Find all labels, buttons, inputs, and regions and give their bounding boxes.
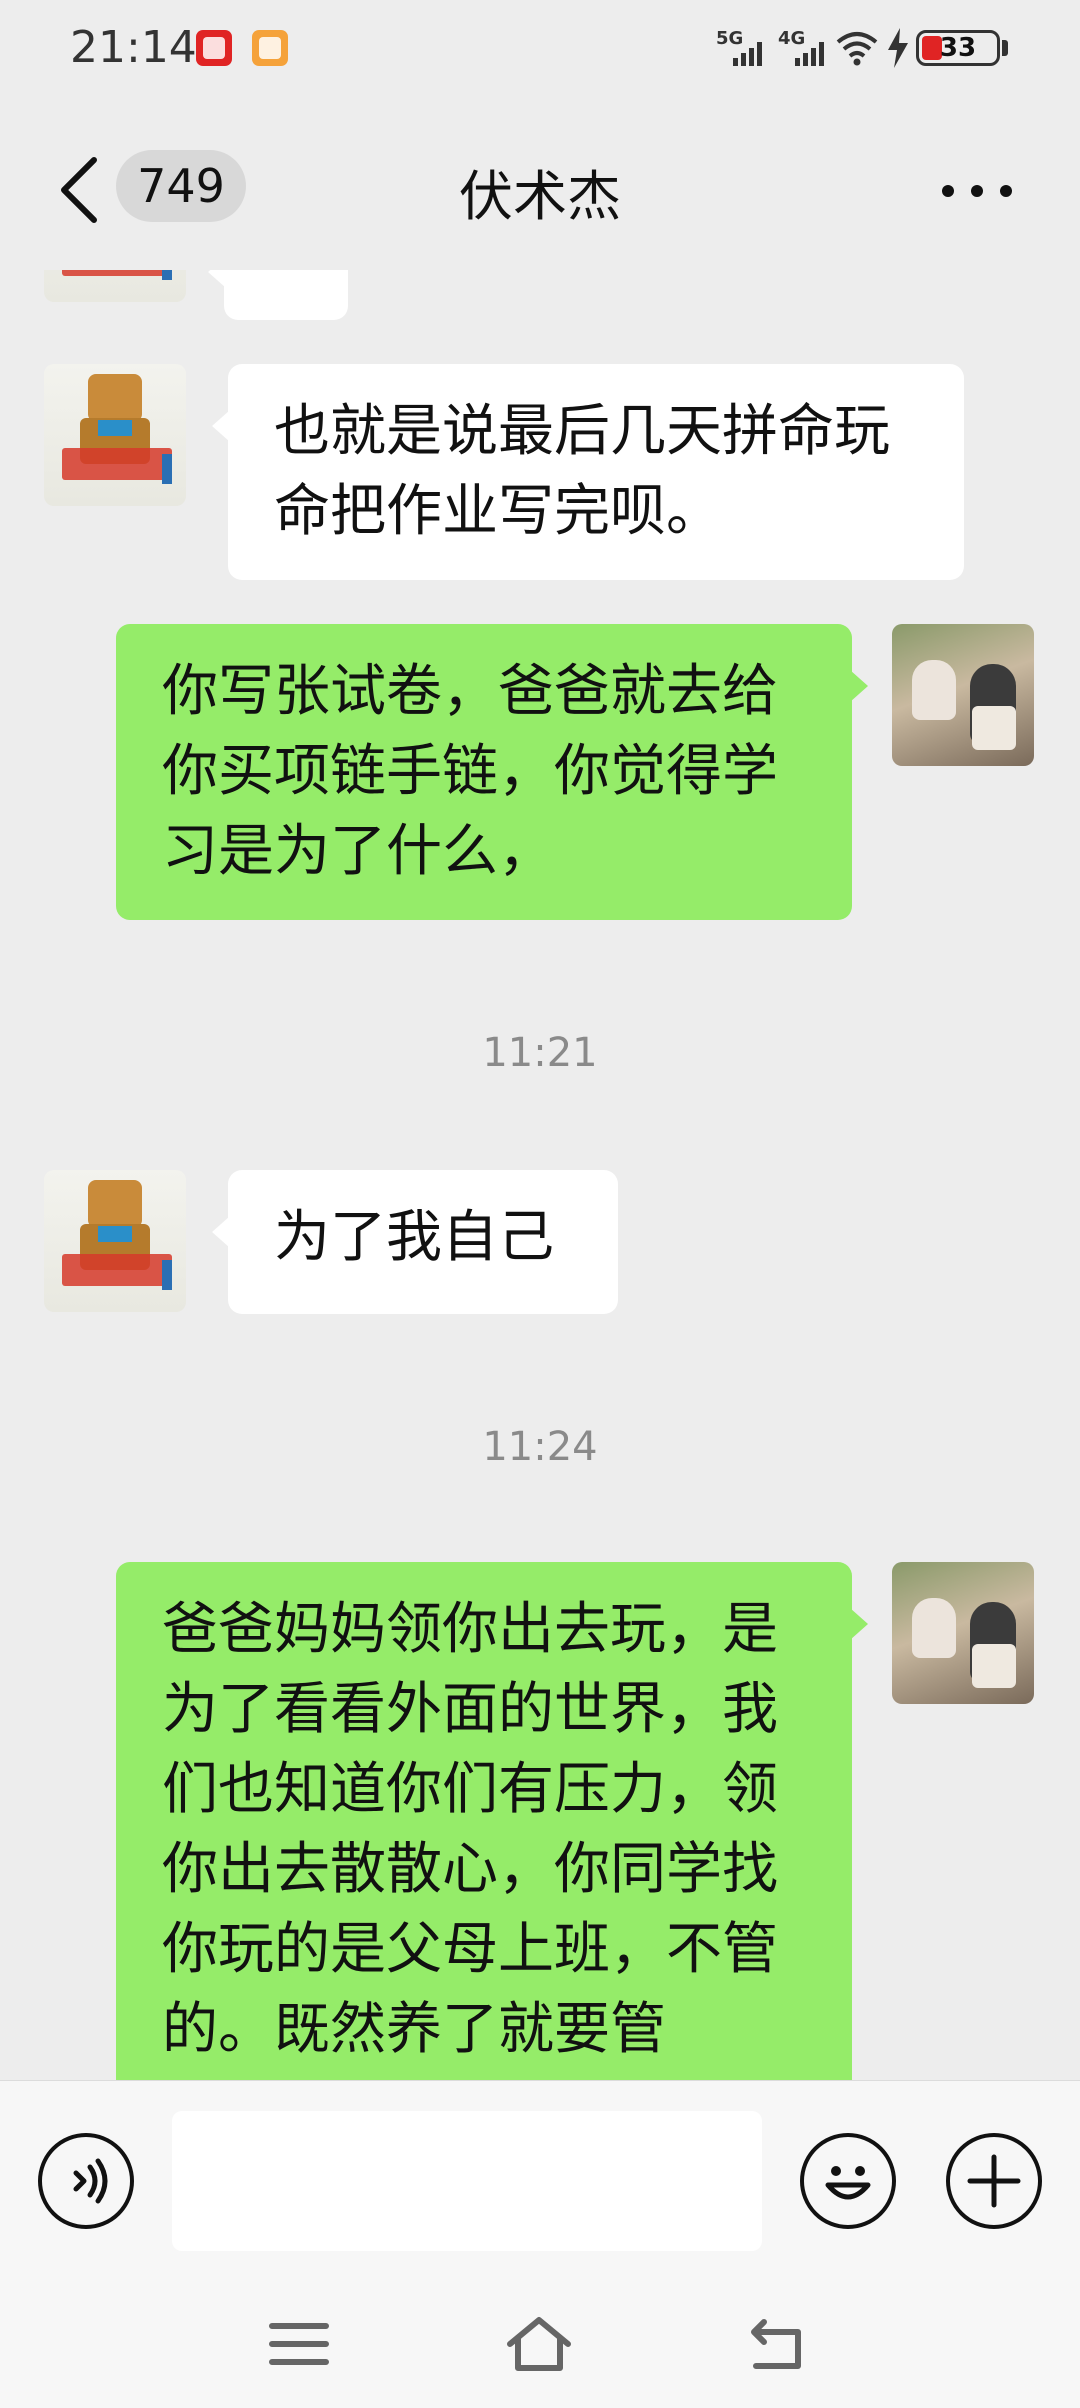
app-notification-icon bbox=[252, 30, 288, 66]
message-list[interactable]: 也就是说最后几天拼命玩命把作业写完呗。 你写张试卷，爸爸就去给你买项链手链，你觉… bbox=[0, 270, 1080, 2080]
message-bubble-contact[interactable]: 也就是说最后几天拼命玩命把作业写完呗。 bbox=[212, 364, 964, 580]
message-input[interactable] bbox=[172, 2111, 762, 2251]
self-avatar[interactable] bbox=[892, 624, 1034, 766]
signal-4g-icon: 4G bbox=[778, 28, 824, 66]
battery-level-text: 33 bbox=[939, 33, 977, 63]
menu-icon[interactable] bbox=[264, 2314, 334, 2374]
message-bubble-self[interactable]: 爸爸妈妈领你出去玩，是为了看看外面的世界，我们也知道你们有压力，领你出去散散心，… bbox=[116, 1562, 868, 2080]
message-bubble-partial[interactable] bbox=[208, 270, 348, 320]
message-timestamp: 11:24 bbox=[482, 1424, 598, 1470]
contact-avatar[interactable] bbox=[44, 270, 186, 302]
signal-5g-icon: 5G bbox=[716, 28, 762, 66]
contact-avatar[interactable] bbox=[44, 1170, 186, 1312]
home-icon[interactable] bbox=[504, 2314, 574, 2374]
app-notification-icon bbox=[196, 30, 232, 66]
charging-bolt-icon bbox=[888, 28, 908, 68]
wifi-icon bbox=[836, 32, 878, 66]
message-bubble-self[interactable]: 你写张试卷，爸爸就去给你买项链手链，你觉得学习是为了什么， bbox=[116, 624, 868, 920]
self-avatar[interactable] bbox=[892, 1562, 1034, 1704]
input-bar bbox=[0, 2080, 1080, 2281]
message-bubble-contact[interactable]: 为了我自己 bbox=[212, 1170, 618, 1314]
chat-header: 749 伏术杰 bbox=[0, 100, 1080, 280]
system-nav-bar bbox=[0, 2280, 1080, 2408]
contact-avatar[interactable] bbox=[44, 364, 186, 506]
voice-input-icon[interactable] bbox=[38, 2133, 134, 2229]
back-icon[interactable] bbox=[742, 2314, 812, 2374]
battery-icon: 33 bbox=[916, 30, 1000, 66]
message-timestamp: 11:21 bbox=[482, 1030, 598, 1076]
emoji-icon[interactable] bbox=[800, 2133, 896, 2229]
battery-cap bbox=[1002, 40, 1008, 56]
status-bar: 21:14 5G 4G 33 bbox=[0, 0, 1080, 100]
more-dots-icon[interactable] bbox=[942, 180, 1012, 200]
status-time: 21:14 bbox=[70, 22, 197, 73]
plus-icon[interactable] bbox=[946, 2133, 1042, 2229]
chat-title: 伏术杰 bbox=[459, 165, 621, 228]
